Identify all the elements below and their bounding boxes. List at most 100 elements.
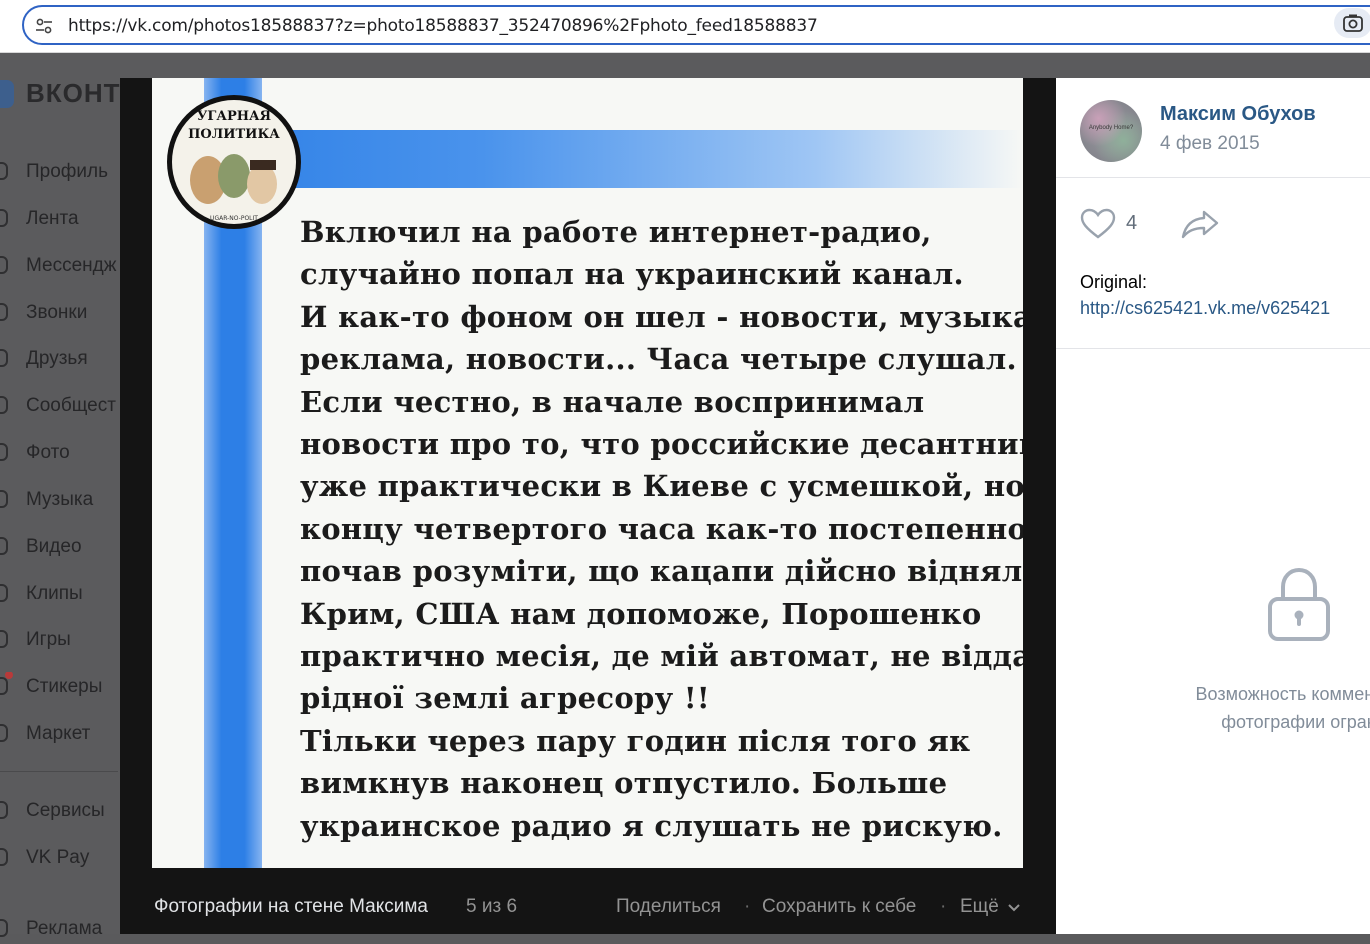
post-date[interactable]: 4 фев 2015 (1160, 133, 1260, 155)
photo-text-line: новости про то, что российские десантник… (300, 427, 1023, 462)
sidebar-item-label: Клипы (26, 583, 83, 604)
divider (1056, 348, 1370, 349)
photo-text-line: Тільки через пару годин після того як (300, 723, 971, 758)
sidebar-item[interactable]: Фото (0, 438, 120, 468)
heart-icon[interactable] (1080, 208, 1116, 240)
sidebar-item-label: Игры (26, 629, 71, 650)
sidebar-item[interactable]: Стикеры (0, 672, 120, 702)
sidebar-item[interactable]: Музыка (0, 485, 120, 515)
sidebar-item[interactable]: Друзья (0, 344, 120, 374)
url-text[interactable]: https://vk.com/photos18588837?z=photo185… (68, 16, 818, 36)
more-button[interactable]: Ещё (960, 896, 1020, 918)
browser-toolbar: https://vk.com/photos18588837?z=photo185… (0, 0, 1370, 53)
photo-text-line: вимкнув наконец отпустило. Больше (300, 766, 948, 801)
original-link[interactable]: http://cs625421.vk.me/v625421 (1080, 298, 1330, 319)
sidebar-item[interactable]: Мессендж (0, 251, 120, 281)
photo-text-line: уже практически в Киеве с усмешкой, но к (300, 469, 1023, 504)
photo-image[interactable]: УГАРНАЯ ПОЛИТИКА UGAR-NO-POLIT Включил н… (152, 78, 1023, 868)
feed-icon (0, 209, 8, 227)
camera-icon (1343, 14, 1363, 32)
action-separator: · (940, 896, 947, 917)
blue-horizontal-stripe (192, 130, 1023, 188)
photo-text-line: рідної землі агресору !! (300, 681, 710, 716)
sidebar-item[interactable]: Лента (0, 204, 120, 234)
photo-text-line: практично месія, де мій автомат, не відд… (300, 639, 1023, 674)
photo-text-line: случайно попал на украинский канал. (300, 257, 964, 292)
sidebar-item-label: Сообщест (26, 395, 116, 416)
sidebar-item[interactable]: Видео (0, 532, 120, 562)
sidebar-item-label: VK Pay (26, 847, 90, 868)
games-icon (0, 630, 8, 648)
sidebar-item[interactable]: VK Pay (0, 843, 120, 873)
author-avatar[interactable]: Anybody Home? (1080, 100, 1142, 162)
sidebar-item-label: Видео (26, 536, 82, 557)
svg-text:ПОЛИТИКА: ПОЛИТИКА (188, 127, 280, 142)
profile-icon (0, 162, 8, 180)
clips-icon (0, 584, 8, 602)
sidebar-item-label: Лента (26, 208, 79, 229)
photos-icon (0, 443, 8, 461)
sidebar-item[interactable]: Звонки (0, 298, 120, 328)
lock-icon (1268, 567, 1330, 641)
sidebar-item[interactable]: Клипы (0, 579, 120, 609)
photo-text-line: Если честно, в начале воспринимал (300, 384, 925, 419)
photo-text-line: Включил на работе интернет-радио, (300, 215, 932, 249)
ads-icon (0, 919, 8, 937)
share-button[interactable]: Поделиться (616, 896, 721, 918)
photo-caption-text: Включил на работе интернет-радио, случайн… (300, 211, 1023, 847)
site-settings-icon[interactable] (34, 16, 54, 36)
sidebar-item[interactable]: Реклама (0, 914, 120, 944)
vk-logo-text[interactable]: ВКОНТ (26, 78, 121, 109)
comments-closed-message: Возможность комментиро фотографии ограни (1094, 680, 1370, 736)
sidebar-item-label: Мессендж (26, 255, 117, 276)
friends-icon (0, 349, 8, 367)
market-icon (0, 724, 8, 742)
sidebar-item-label: Профиль (26, 161, 109, 182)
messenger-icon (0, 256, 8, 274)
avatar-caption: Anybody Home? (1088, 125, 1134, 131)
like-count: 4 (1126, 212, 1138, 234)
vk-logo-icon[interactable] (0, 80, 14, 108)
viewer-footer: Фотографии на стене Максима 5 из 6 Подел… (120, 880, 1056, 934)
save-button[interactable]: Сохранить к себе (762, 896, 916, 918)
photo-text-line: И как-то фоном он шел - новости, музыка, (300, 299, 1023, 334)
original-label: Original: (1080, 272, 1148, 292)
address-bar[interactable]: https://vk.com/photos18588837?z=photo185… (22, 5, 1370, 45)
ugarnaya-politika-logo: УГАРНАЯ ПОЛИТИКА UGAR-NO-POLIT (167, 95, 301, 229)
divider (1056, 177, 1370, 178)
share-arrow-icon[interactable] (1180, 208, 1220, 240)
sidebar-item-label: Друзья (26, 348, 88, 369)
sidebar-item-label: Сервисы (26, 800, 105, 821)
sidebar-item[interactable]: Сообщест (0, 391, 120, 421)
author-name[interactable]: Максим Обухов (1160, 103, 1316, 126)
photo-text-line: почав розуміти, що кацапи дійсно відняли (300, 554, 1023, 589)
vkpay-icon (0, 848, 8, 866)
stickers-icon (0, 677, 8, 695)
sidebar-item-label: Маркет (26, 723, 91, 744)
notification-dot (5, 672, 13, 679)
sidebar-item[interactable]: Маркет (0, 719, 120, 749)
sidebar-item-label: Стикеры (26, 676, 103, 697)
video-icon (0, 537, 8, 555)
sidebar-item-label: Фото (26, 442, 70, 463)
sidebar-item[interactable]: Профиль (0, 157, 120, 187)
album-link[interactable]: Фотографии на стене Максима (154, 896, 428, 918)
photo-counter: 5 из 6 (466, 896, 518, 917)
sidebar-item-label: Музыка (26, 489, 94, 510)
sidebar-item[interactable]: Игры (0, 625, 120, 655)
photo-text-line: Крим, США нам допоможе, Порошенко (300, 596, 982, 631)
calls-icon (0, 303, 8, 321)
lens-button[interactable] (1334, 8, 1370, 38)
photo-text-line: украинское радио я слушать не рискую. (300, 808, 1003, 843)
photo-text-line: концу четвертого часа как-то постепенно (300, 511, 1023, 546)
svg-text:UGAR-NO-POLIT: UGAR-NO-POLIT (210, 215, 258, 222)
chevron-down-icon (1008, 904, 1020, 912)
sidebar-item[interactable]: Сервисы (0, 796, 120, 826)
sidebar-divider (0, 771, 118, 772)
photo-text-line: реклама, новости... Часа четыре слушал. (300, 342, 1017, 377)
music-icon (0, 490, 8, 508)
services-icon (0, 801, 8, 819)
sidebar-item-label: Реклама (26, 918, 103, 939)
photo-info-panel: Anybody Home? Максим Обухов 4 фев 2015 4… (1056, 78, 1370, 934)
more-label: Ещё (960, 896, 999, 917)
